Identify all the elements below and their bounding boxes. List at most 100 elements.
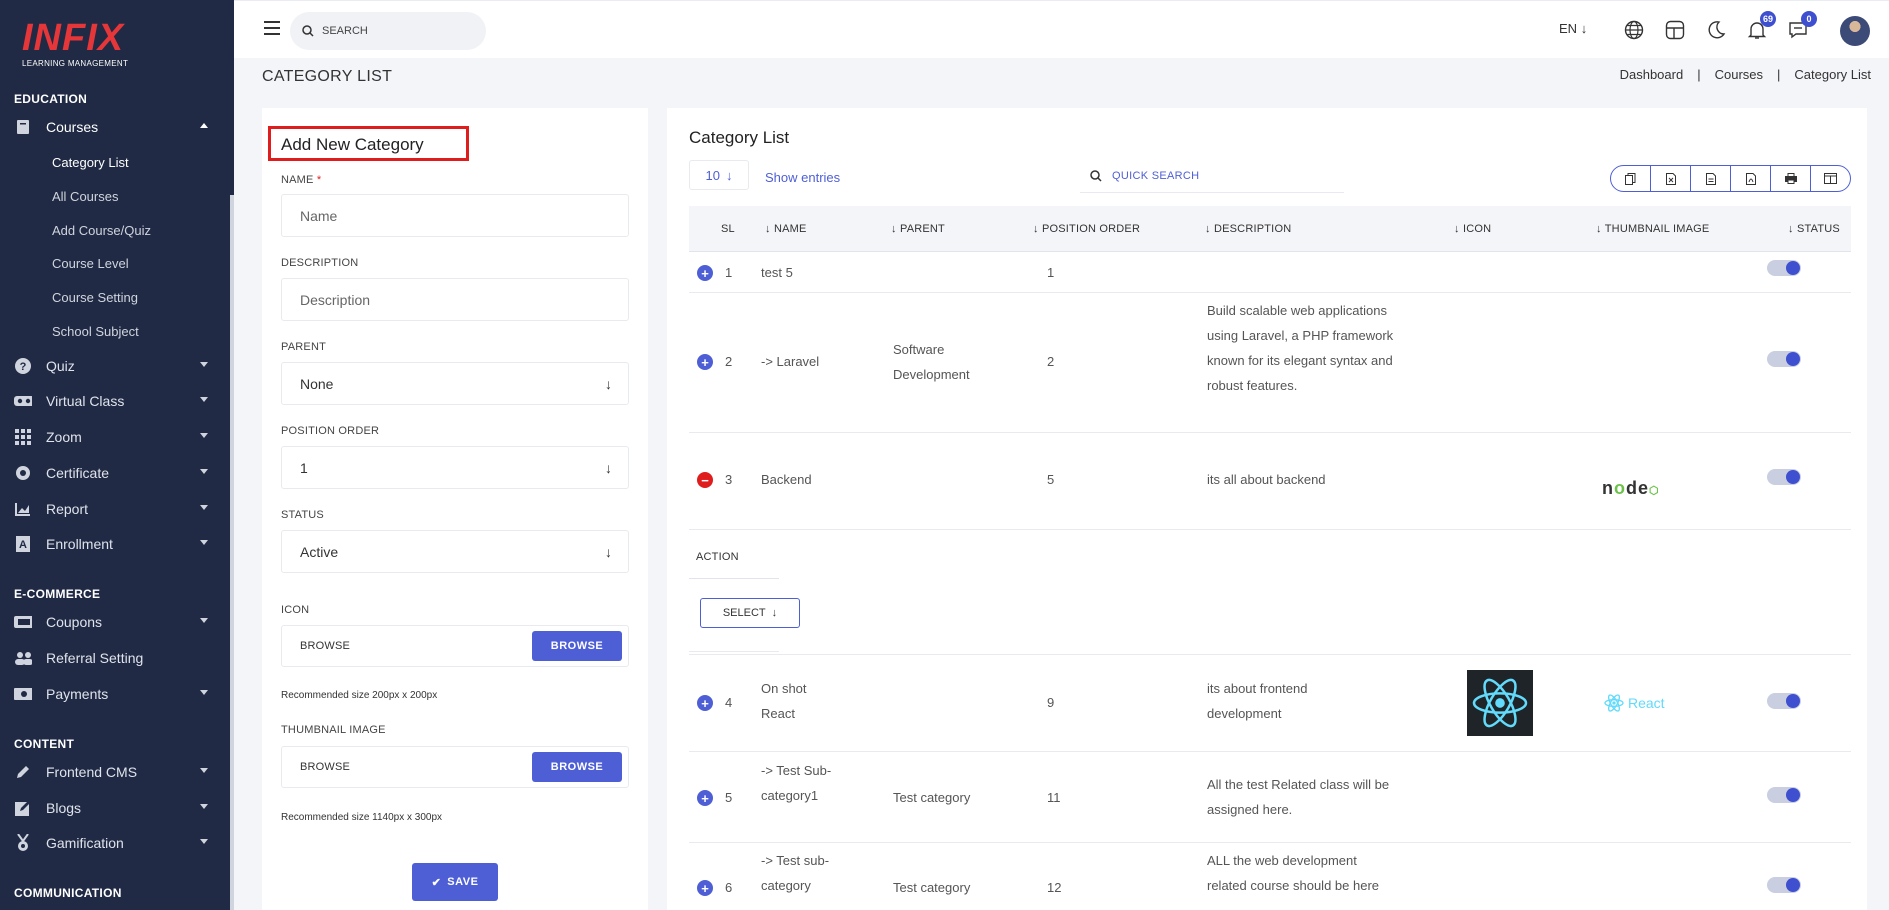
sidebar-subitem-add-course[interactable]: Add Course/Quiz	[52, 223, 151, 238]
notification-badge: 69	[1759, 11, 1776, 27]
column-sl[interactable]: SL	[721, 223, 735, 235]
sidebar-item-quiz[interactable]: ? Quiz	[0, 351, 230, 381]
sidebar-item-blogs[interactable]: Blogs	[0, 793, 230, 823]
name-field[interactable]	[281, 194, 629, 237]
csv-icon[interactable]	[1691, 166, 1731, 191]
sidebar-subitem-all-courses[interactable]: All Courses	[52, 189, 118, 204]
row-position: 9	[1047, 695, 1055, 710]
status-toggle[interactable]	[1767, 260, 1801, 276]
column-status[interactable]: ↓ STATUS	[1788, 223, 1840, 235]
action-select-button[interactable]: SELECT ↓	[700, 598, 800, 628]
search-icon	[1090, 170, 1102, 182]
sidebar-item-zoom[interactable]: Zoom	[0, 422, 230, 452]
column-thumbnail-image[interactable]: ↓ THUMBNAIL IMAGE	[1596, 223, 1709, 235]
expand-row-icon[interactable]: +	[697, 695, 713, 711]
expand-row-icon[interactable]: +	[697, 265, 713, 281]
show-entries-label: Show entries	[765, 170, 841, 185]
breadcrumb-dashboard[interactable]: Dashboard	[1620, 67, 1684, 82]
avatar[interactable]	[1840, 16, 1870, 46]
export-buttons	[1610, 165, 1851, 192]
sidebar-item-payments[interactable]: Payments	[0, 679, 230, 709]
sidebar-subitem-course-setting[interactable]: Course Setting	[52, 290, 138, 305]
icon-file-field[interactable]: BROWSE BROWSE	[281, 625, 629, 667]
description-field[interactable]	[281, 278, 629, 321]
save-button[interactable]: ✔ SAVE	[412, 863, 498, 901]
quick-search-input[interactable]	[1112, 170, 1332, 182]
select-label: SELECT	[722, 607, 766, 619]
globe-icon[interactable]	[1623, 19, 1645, 41]
status-toggle[interactable]	[1767, 787, 1801, 803]
sidebar-item-certificate[interactable]: Certificate	[0, 458, 230, 488]
sidebar-item-label: Enrollment	[46, 536, 113, 552]
expand-row-icon[interactable]: +	[697, 790, 713, 806]
thumbnail-file-field[interactable]: BROWSE BROWSE	[281, 746, 629, 788]
status-toggle[interactable]	[1767, 877, 1801, 893]
status-toggle[interactable]	[1767, 693, 1801, 709]
sidebar: INFIX LEARNING MANAGEMENT EDUCATION Cour…	[0, 0, 234, 910]
excel-icon[interactable]	[1651, 166, 1691, 191]
sidebar-subitem-school-subject[interactable]: School Subject	[52, 324, 139, 339]
expand-row-icon[interactable]: +	[697, 354, 713, 370]
search-box[interactable]	[290, 12, 486, 50]
sidebar-item-virtual-class[interactable]: Virtual Class	[0, 386, 230, 416]
row-divider	[689, 432, 1851, 433]
expand-row-icon[interactable]: +	[697, 880, 713, 896]
sidebar-item-label: Certificate	[46, 465, 110, 481]
arrow-down-icon: ↓	[1580, 21, 1588, 36]
column-name[interactable]: ↓ NAME	[765, 223, 807, 235]
status-toggle[interactable]	[1767, 469, 1801, 485]
row-divider	[689, 751, 1851, 752]
row-divider	[689, 529, 1851, 530]
layout-icon[interactable]	[1664, 19, 1686, 41]
chevron-down-icon	[200, 839, 208, 844]
app-logo[interactable]: INFIX LEARNING MANAGEMENT	[22, 18, 142, 70]
name-input[interactable]	[300, 207, 600, 224]
collapse-row-icon[interactable]: −	[697, 472, 713, 488]
sidebar-item-gamification[interactable]: Gamification	[0, 828, 230, 858]
columns-icon[interactable]	[1811, 166, 1850, 191]
sidebar-item-report[interactable]: Report	[0, 494, 230, 524]
sidebar-subitem-category-list[interactable]: Category List	[52, 155, 129, 170]
sidebar-item-coupons[interactable]: Coupons	[0, 607, 230, 637]
thumbnail-browse-button[interactable]: BROWSE	[532, 752, 622, 782]
status-select[interactable]: Active ↓	[281, 530, 629, 573]
bell-icon[interactable]: 69	[1746, 11, 1776, 41]
dark-mode-icon[interactable]	[1705, 19, 1727, 41]
breadcrumb-separator: |	[1697, 67, 1701, 82]
copy-icon[interactable]	[1611, 166, 1651, 191]
description-input[interactable]	[300, 291, 600, 308]
react-thumbnail-text: React	[1628, 695, 1665, 711]
column-description[interactable]: ↓ DESCRIPTION	[1205, 223, 1291, 235]
column-position-order[interactable]: ↓ POSITION ORDER	[1033, 223, 1140, 235]
column-icon[interactable]: ↓ ICON	[1454, 223, 1491, 235]
sidebar-scrollbar[interactable]	[230, 195, 234, 910]
row-name: -> Test sub-category	[761, 853, 830, 893]
icon-browse-button[interactable]: BROWSE	[532, 631, 622, 661]
quick-search[interactable]	[1080, 160, 1344, 193]
breadcrumb-courses[interactable]: Courses	[1715, 67, 1763, 82]
position-order-select[interactable]: 1 ↓	[281, 446, 629, 489]
menu-icon[interactable]	[264, 21, 280, 35]
sidebar-subitem-course-level[interactable]: Course Level	[52, 256, 129, 271]
sidebar-item-label: Coupons	[46, 614, 103, 630]
sidebar-item-label: Gamification	[46, 835, 124, 851]
row-sl: 2	[725, 354, 733, 369]
sidebar-item-referral-setting[interactable]: Referral Setting	[0, 643, 230, 673]
parent-select[interactable]: None ↓	[281, 362, 629, 405]
sidebar-item-frontend-cms[interactable]: Frontend CMS	[0, 757, 230, 787]
pdf-icon[interactable]	[1731, 166, 1771, 191]
language-selector[interactable]: EN ↓	[1559, 21, 1587, 36]
chart-icon	[14, 501, 32, 517]
enrollment-icon: A	[14, 536, 32, 552]
sidebar-item-enrollment[interactable]: A Enrollment	[0, 529, 230, 559]
print-icon[interactable]	[1771, 166, 1811, 191]
column-parent[interactable]: ↓ PARENT	[891, 223, 945, 235]
sidebar-item-courses[interactable]: Courses	[0, 112, 230, 142]
row-divider	[689, 292, 1851, 293]
section-communication: COMMUNICATION	[14, 886, 122, 900]
search-input[interactable]	[322, 25, 462, 37]
status-toggle[interactable]	[1767, 351, 1801, 367]
parent-value: None	[300, 375, 334, 392]
chat-icon[interactable]: 0	[1787, 11, 1817, 41]
entries-select[interactable]: 10 ↓	[689, 160, 749, 190]
